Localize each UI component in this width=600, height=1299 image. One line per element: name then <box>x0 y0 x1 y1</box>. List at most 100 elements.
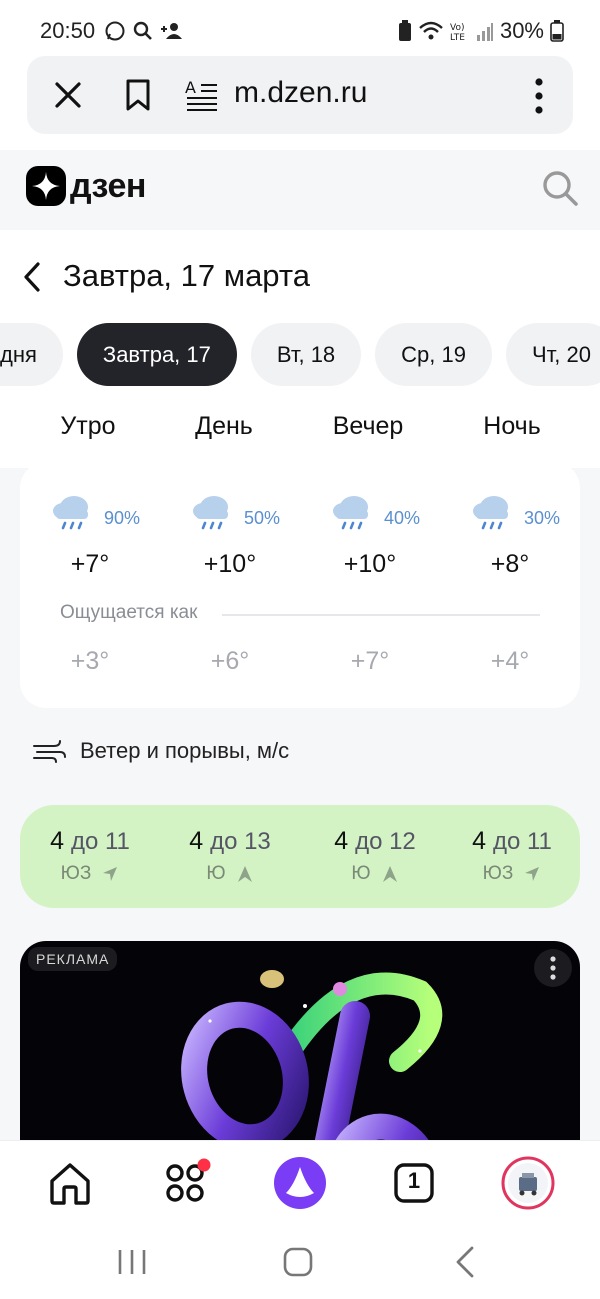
wind-gust: до 13 <box>210 828 271 855</box>
home-button-icon[interactable] <box>278 1242 318 1282</box>
back-button-icon[interactable] <box>446 1242 486 1282</box>
volte-icon: Vo)LTE <box>450 23 465 42</box>
day-tab-tomorrow[interactable]: Завтра, 17 <box>76 323 237 386</box>
rain-cloud-icon <box>53 496 88 530</box>
profile-avatar-icon[interactable] <box>500 1155 556 1211</box>
svg-text:LTE: LTE <box>450 33 465 42</box>
svg-text:Vo): Vo) <box>450 23 464 33</box>
wind-speed: 4 <box>189 827 204 855</box>
dzen-header: дзен <box>0 150 600 230</box>
precip-probability: 30% <box>524 508 561 528</box>
day-tab-wed[interactable]: Ср, 19 <box>375 323 492 386</box>
day-tabs: дня Завтра, 17 Вт, 18 Ср, 19 Чт, 20 <box>0 323 600 386</box>
back-arrow-icon[interactable] <box>18 260 48 294</box>
status-right-icons: Vo) LTE 30% <box>398 18 564 44</box>
wind-direction: ЮЗ <box>60 863 92 884</box>
wind-speed: 4 <box>334 827 349 855</box>
rain-cloud-icon <box>333 496 368 530</box>
wind-gust: до 11 <box>492 828 552 855</box>
more-vertical-icon[interactable] <box>529 76 549 116</box>
wind-col-day: 4 до 13 Ю <box>160 805 300 908</box>
arrow-northeast-icon <box>525 867 540 881</box>
forecast-col-day: 50% +10° +6° <box>160 462 300 708</box>
rain-cloud-icon <box>473 496 508 530</box>
reader-mode-icon[interactable]: A <box>185 78 219 112</box>
rain-cloud-icon <box>193 496 228 530</box>
bottom-nav: 1 <box>0 1140 600 1224</box>
battery-saver-icon <box>398 20 411 41</box>
status-notification-icons <box>104 20 184 42</box>
wind-header: Ветер и порывы, м/с <box>32 738 289 764</box>
android-nav-bar <box>0 1224 600 1299</box>
wind-card: 4 до 11 ЮЗ 4 до 13 Ю 4 до 12 Ю 4 до 11 Ю… <box>20 805 580 908</box>
feels-like-temp: +7° <box>350 647 390 675</box>
browser-address-bar: A m.dzen.ru <box>27 56 573 134</box>
period-night: Ночь <box>483 412 541 440</box>
wind-icon <box>33 740 66 763</box>
tabs-count: 1 <box>407 1168 421 1193</box>
feels-like-temp: +4° <box>490 647 530 675</box>
search-icon[interactable] <box>540 168 580 208</box>
arrow-northeast-icon <box>103 867 118 881</box>
forecast-card: Ощущается как 90% +7° +3° 50% +10° +6° 4… <box>20 462 580 708</box>
dzen-logo[interactable]: дзен <box>26 166 146 206</box>
close-icon[interactable] <box>51 78 85 112</box>
ad-more-icon[interactable] <box>534 949 572 987</box>
day-periods: Утро День Вечер Ночь <box>0 408 600 448</box>
feels-like-temp: +6° <box>210 647 250 675</box>
search-notification-icon <box>133 21 152 40</box>
wind-gust: до 12 <box>355 828 416 855</box>
wind-col-night: 4 до 11 ЮЗ <box>442 805 582 908</box>
status-time: 20:50 <box>40 18 96 43</box>
services-grid-icon[interactable] <box>157 1155 213 1211</box>
temperature: +8° <box>490 550 530 578</box>
signal-icon <box>476 23 493 41</box>
battery-icon <box>550 20 564 42</box>
ad-label: РЕКЛАМА <box>28 947 118 971</box>
wind-direction: ЮЗ <box>482 863 514 884</box>
period-morning: Утро <box>60 412 116 440</box>
ad-percent-image <box>181 970 444 1140</box>
day-tab-today[interactable]: дня <box>0 323 63 386</box>
temperature: +10° <box>343 550 397 578</box>
dzen-logo-text: дзен <box>70 166 146 205</box>
forecast-col-morning: 90% +7° +3° <box>20 462 160 708</box>
period-evening: Вечер <box>332 412 404 440</box>
tabs-button[interactable]: 1 <box>386 1155 442 1211</box>
forecast-col-evening: 40% +10° +7° <box>300 462 440 708</box>
precip-probability: 50% <box>244 508 281 528</box>
alice-assistant-icon[interactable] <box>272 1155 328 1211</box>
wind-speed: 4 <box>50 827 64 855</box>
day-tab-thu[interactable]: Чт, 20 <box>506 323 600 386</box>
home-icon[interactable] <box>42 1155 98 1211</box>
day-tab-tue[interactable]: Вт, 18 <box>250 323 362 386</box>
forecast-col-night: 30% +8° +4° <box>440 462 580 708</box>
wind-col-evening: 4 до 12 Ю <box>305 805 445 908</box>
precip-probability: 90% <box>104 508 141 528</box>
precip-probability: 40% <box>384 508 421 528</box>
feels-like-temp: +3° <box>70 647 110 675</box>
url-text[interactable]: m.dzen.ru <box>234 76 367 110</box>
svg-text:A: A <box>185 78 196 97</box>
page-title: Завтра, 17 марта <box>63 258 310 293</box>
add-contact-icon <box>161 23 182 39</box>
arrow-north-icon <box>382 866 397 882</box>
wind-col-morning: 4 до 11 ЮЗ <box>20 805 160 908</box>
weather-page: Завтра, 17 марта дня Завтра, 17 Вт, 18 С… <box>0 230 600 1140</box>
battery-percent: 30% <box>499 18 544 43</box>
temperature: +10° <box>203 550 257 578</box>
recents-icon[interactable] <box>112 1242 152 1282</box>
wifi-icon <box>419 21 443 40</box>
bookmark-icon[interactable] <box>123 78 153 112</box>
ad-banner[interactable]: РЕКЛАМА <box>20 941 580 1140</box>
temperature: +7° <box>70 550 110 578</box>
dzen-logo-mark <box>26 166 66 206</box>
period-day: День <box>195 412 253 440</box>
status-bar: 20:50 Vo) LTE 30% <box>0 0 600 60</box>
wind-label: Ветер и порывы, м/с <box>80 738 290 763</box>
page-head: Завтра, 17 марта дня Завтра, 17 Вт, 18 С… <box>0 230 600 468</box>
arrow-north-icon <box>237 866 252 882</box>
wind-gust: до 11 <box>70 828 130 855</box>
wind-direction: Ю <box>351 863 371 884</box>
wind-direction: Ю <box>206 863 226 884</box>
